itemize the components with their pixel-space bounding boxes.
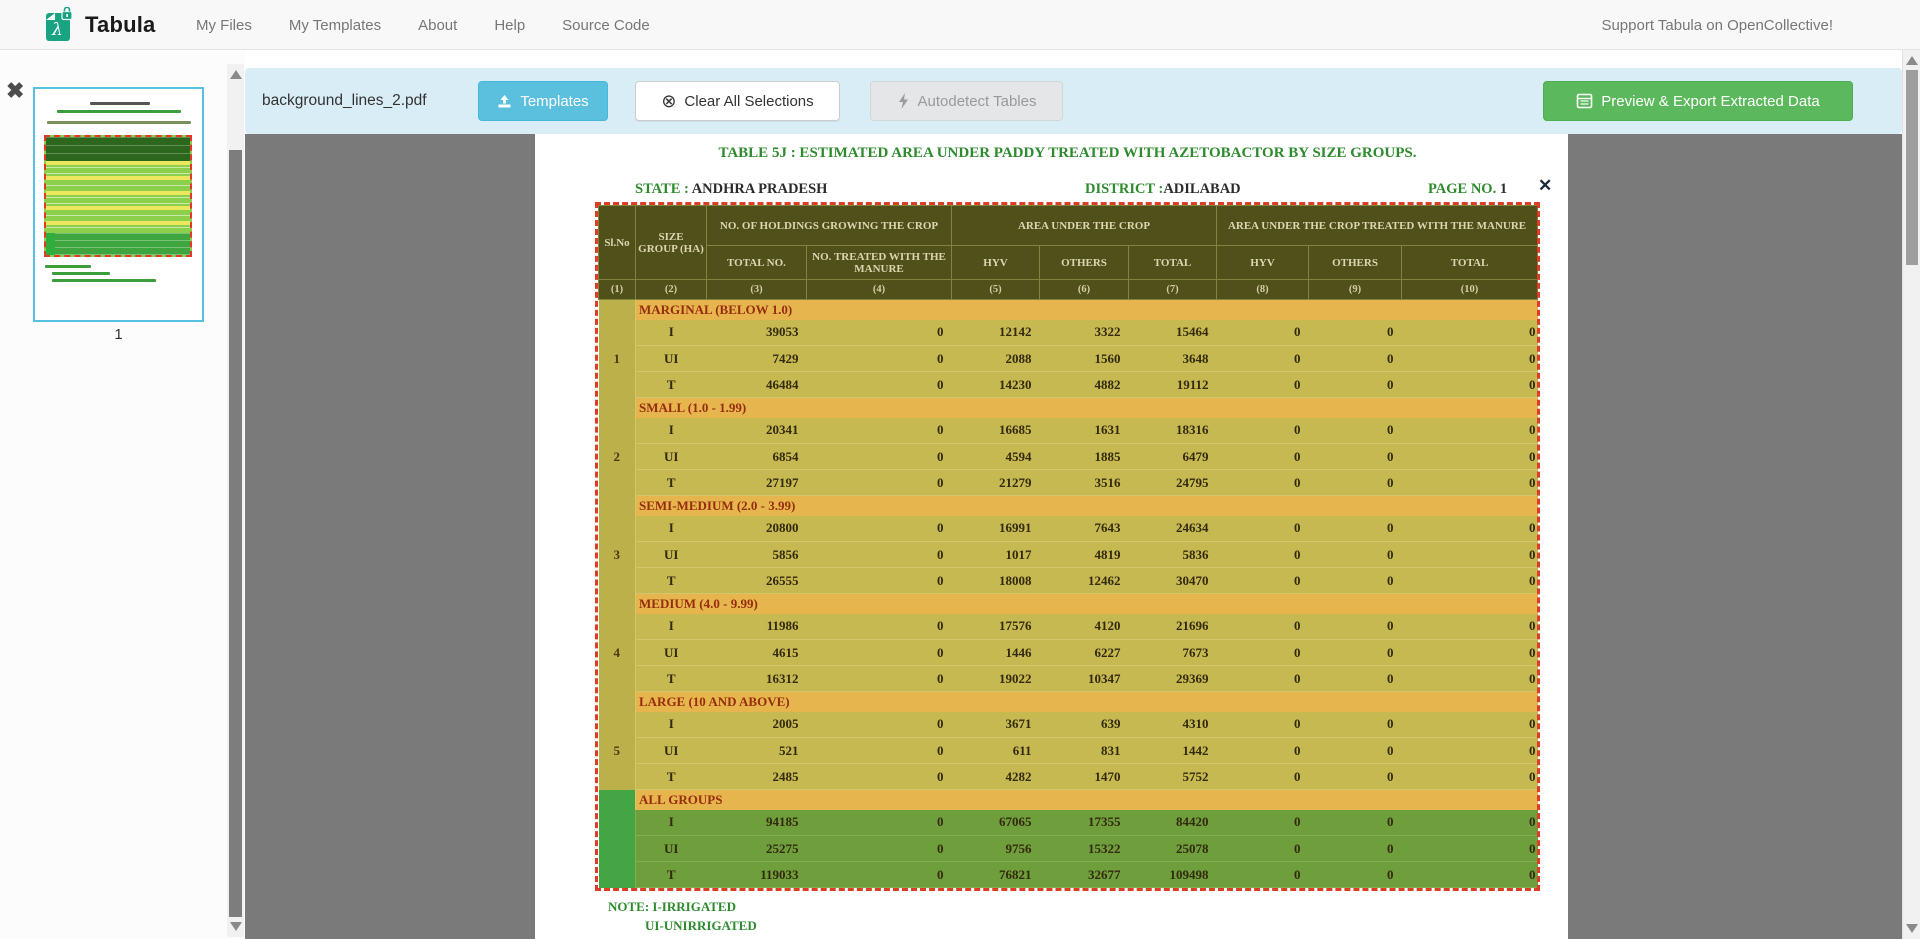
page-thumbnail[interactable] — [33, 87, 204, 322]
table-export-icon — [1576, 93, 1593, 109]
thumb-note-line — [52, 272, 110, 275]
selection-close-icon[interactable]: ✕ — [1538, 176, 1552, 196]
toolbar: background_lines_2.pdf Templates ⊗ Clear… — [245, 68, 1902, 134]
pdf-note-line1: NOTE: I-IRRIGATED — [608, 899, 736, 915]
pdf-state-line: STATE : ANDHRA PRADESH — [635, 181, 827, 198]
pdf-table-title: TABLE 5J : ESTIMATED AREA UNDER PADDY TR… — [598, 145, 1537, 162]
clear-all-selections-button[interactable]: ⊗ Clear All Selections — [635, 81, 840, 121]
window-scrollbar-thumb[interactable] — [1906, 70, 1918, 265]
nav-item-my-files[interactable]: My Files — [196, 17, 252, 34]
thumb-note-line — [45, 265, 91, 268]
pageno-value: 1 — [1500, 181, 1507, 197]
nav-item-help[interactable]: Help — [494, 17, 525, 34]
pdf-pageno-line: PAGE NO. 1 — [1428, 181, 1507, 198]
thumb-subtitle-line — [57, 110, 181, 113]
sidebar-scroll-up-icon[interactable] — [230, 70, 242, 79]
table-selection-rectangle[interactable] — [595, 202, 1540, 891]
sidebar-scroll-down-icon[interactable] — [230, 922, 242, 931]
tabula-app-window: λ Tabula My Files My Templates About Help So… — [0, 0, 1920, 939]
brand-link[interactable]: λ Tabula — [44, 0, 155, 50]
support-link[interactable]: Support Tabula on OpenCollective! — [1601, 0, 1833, 50]
window-scrollbar[interactable] — [1902, 50, 1920, 939]
tabula-logo-icon: λ — [44, 7, 75, 43]
navbar-menu: My Files My Templates About Help Source Code — [196, 0, 650, 50]
pageno-label: PAGE NO. — [1428, 181, 1496, 197]
pdf-district-line: DISTRICT :ADILABAD — [1085, 181, 1241, 198]
circle-x-icon: ⊗ — [661, 92, 676, 110]
district-label: DISTRICT : — [1085, 181, 1163, 197]
district-value: ADILABAD — [1163, 181, 1240, 197]
state-label: STATE : — [635, 181, 689, 197]
document-filename: background_lines_2.pdf — [262, 68, 427, 134]
thumb-state-line — [47, 121, 191, 124]
top-navbar: λ Tabula My Files My Templates About Help So… — [0, 0, 1920, 50]
state-value: ANDHRA PRADESH — [692, 181, 828, 197]
pdf-viewer-area: TABLE 5J : ESTIMATED AREA UNDER PADDY TR… — [245, 134, 1902, 939]
sidebar-scrollbar[interactable] — [227, 64, 244, 937]
window-scroll-down-icon[interactable] — [1906, 924, 1918, 933]
sidebar-scrollbar-thumb[interactable] — [229, 150, 242, 917]
thumb-title-line — [90, 102, 150, 105]
main-content: background_lines_2.pdf Templates ⊗ Clear… — [245, 50, 1902, 939]
template-upload-icon — [497, 94, 512, 109]
pdf-page[interactable]: TABLE 5J : ESTIMATED AREA UNDER PADDY TR… — [535, 134, 1568, 939]
pdf-note-line2: UI-UNIRRIGATED — [645, 918, 757, 934]
svg-text:λ: λ — [51, 20, 63, 40]
templates-button[interactable]: Templates — [478, 81, 608, 121]
thumbnail-sidebar: ✖ 1 — [0, 50, 245, 939]
nav-item-my-templates[interactable]: My Templates — [289, 17, 381, 34]
nav-item-about[interactable]: About — [418, 17, 457, 34]
thumb-note-line — [52, 279, 156, 282]
preview-export-button[interactable]: Preview & Export Extracted Data — [1543, 81, 1853, 121]
page-number-label: 1 — [33, 326, 204, 343]
nav-item-source-code[interactable]: Source Code — [562, 17, 650, 34]
remove-page-button[interactable]: ✖ — [6, 80, 24, 102]
brand-title: Tabula — [85, 12, 155, 38]
lightning-bolt-icon — [897, 93, 910, 109]
window-scroll-up-icon[interactable] — [1906, 56, 1918, 65]
thumbnail-table-preview — [44, 135, 192, 257]
autodetect-tables-button: Autodetect Tables — [870, 81, 1063, 121]
